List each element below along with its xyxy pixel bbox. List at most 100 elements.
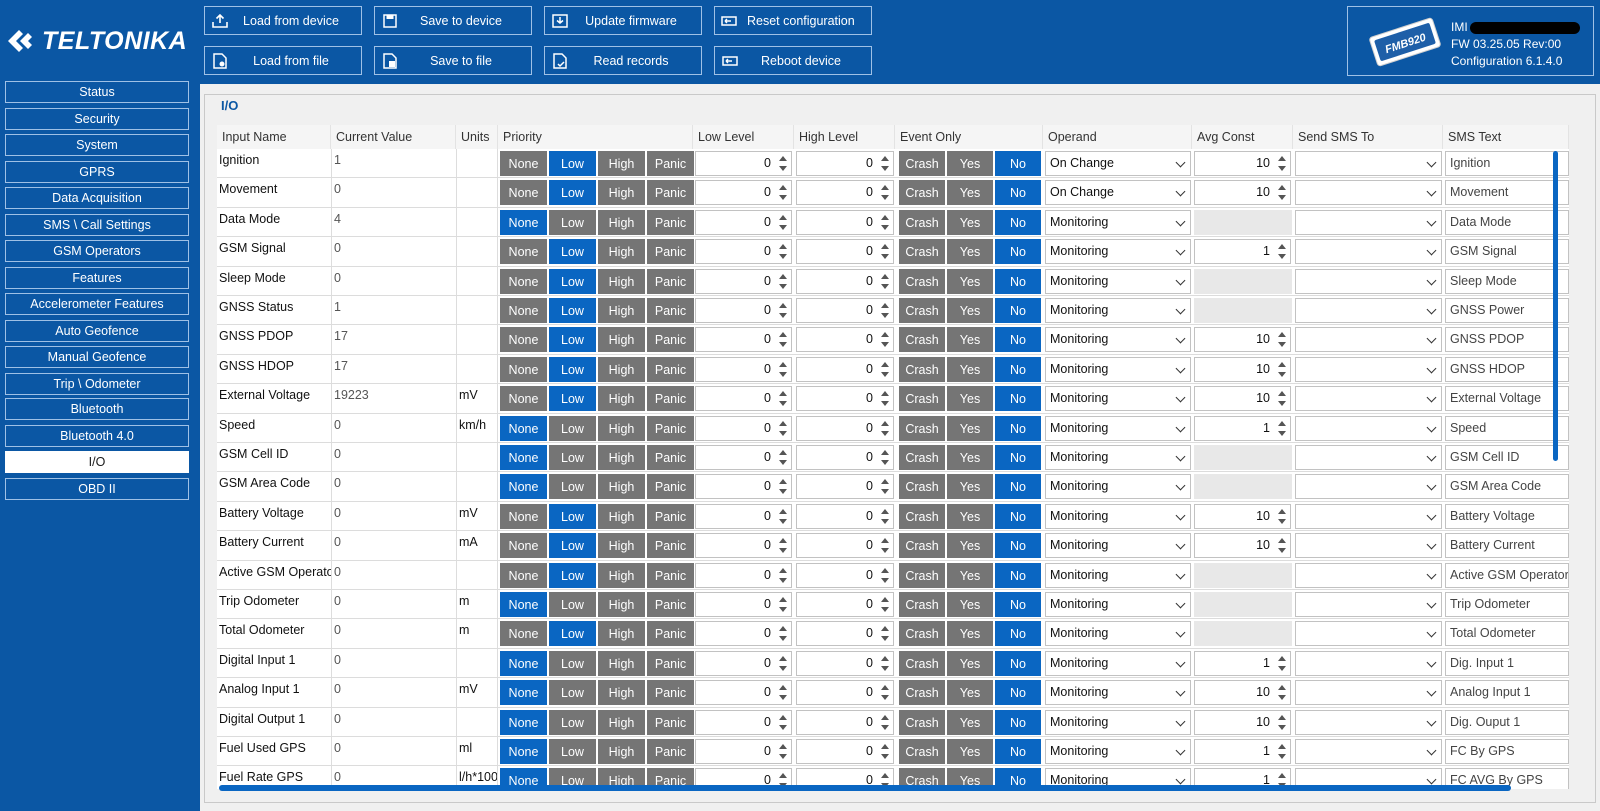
priority-low-button[interactable]: Low xyxy=(549,151,596,176)
sidebar-item-i-o[interactable]: I/O xyxy=(5,451,189,473)
operand-select[interactable]: Monitoring xyxy=(1045,239,1191,265)
sidebar-item-data-acquisition[interactable]: Data Acquisition xyxy=(5,187,189,209)
priority-panic-button[interactable]: Panic xyxy=(647,209,694,235)
operand-select[interactable]: Monitoring xyxy=(1045,592,1191,617)
high-level-input[interactable]: 0 xyxy=(796,503,894,529)
high-level-input[interactable]: 0 xyxy=(796,621,894,647)
event-yes-button[interactable]: Yes xyxy=(947,709,993,735)
event-no-button[interactable]: No xyxy=(995,709,1041,735)
sms-text-input[interactable]: GSM Area Code xyxy=(1445,474,1569,500)
sidebar-item-auto-geofence[interactable]: Auto Geofence xyxy=(5,319,189,342)
sms-text-input[interactable]: GNSS HDOP xyxy=(1445,356,1569,382)
send-sms-to-select[interactable] xyxy=(1295,180,1442,206)
sms-text-input[interactable]: GSM Signal xyxy=(1445,239,1569,265)
vertical-scrollbar[interactable] xyxy=(1553,151,1558,461)
priority-high-button[interactable]: High xyxy=(598,356,645,382)
high-level-input[interactable]: 0 xyxy=(796,709,894,735)
event-no-button[interactable]: No xyxy=(995,503,1041,529)
event-crash-button[interactable]: Crash xyxy=(899,298,945,323)
operand-select[interactable]: Monitoring xyxy=(1045,445,1191,470)
operand-select[interactable]: Monitoring xyxy=(1045,474,1191,500)
high-level-input[interactable]: 0 xyxy=(796,415,894,441)
priority-panic-button[interactable]: Panic xyxy=(647,151,694,176)
sms-text-input[interactable]: External Voltage xyxy=(1445,386,1569,412)
send-sms-to-select[interactable] xyxy=(1295,503,1442,529)
low-level-input[interactable]: 0 xyxy=(695,415,792,441)
priority-none-button[interactable]: None xyxy=(500,621,547,647)
low-level-input[interactable]: 0 xyxy=(695,356,792,382)
high-level-input[interactable]: 0 xyxy=(796,327,894,353)
event-crash-button[interactable]: Crash xyxy=(899,445,945,470)
priority-panic-button[interactable]: Panic xyxy=(647,239,694,265)
high-level-input[interactable]: 0 xyxy=(796,180,894,206)
priority-low-button[interactable]: Low xyxy=(549,592,596,617)
event-yes-button[interactable]: Yes xyxy=(947,239,993,265)
avg-const-input[interactable]: 10 xyxy=(1194,327,1291,353)
send-sms-to-select[interactable] xyxy=(1295,209,1442,235)
event-yes-button[interactable]: Yes xyxy=(947,533,993,559)
low-level-input[interactable]: 0 xyxy=(695,180,792,206)
priority-low-button[interactable]: Low xyxy=(549,533,596,559)
event-no-button[interactable]: No xyxy=(995,739,1041,764)
priority-none-button[interactable]: None xyxy=(500,151,547,176)
priority-none-button[interactable]: None xyxy=(500,415,547,441)
sms-text-input[interactable]: Trip Odometer xyxy=(1445,592,1569,617)
priority-low-button[interactable]: Low xyxy=(549,709,596,735)
sms-text-input[interactable]: Sleep Mode xyxy=(1445,268,1569,294)
event-crash-button[interactable]: Crash xyxy=(899,474,945,500)
event-no-button[interactable]: No xyxy=(995,592,1041,617)
low-level-input[interactable]: 0 xyxy=(695,298,792,323)
col-priority[interactable]: Priority xyxy=(498,125,693,149)
low-level-input[interactable]: 0 xyxy=(695,621,792,647)
priority-high-button[interactable]: High xyxy=(598,268,645,294)
operand-select[interactable]: Monitoring xyxy=(1045,356,1191,382)
sms-text-input[interactable]: Movement xyxy=(1445,180,1569,206)
priority-panic-button[interactable]: Panic xyxy=(647,445,694,470)
read-records-button[interactable]: Read records xyxy=(544,46,702,75)
sms-text-input[interactable]: GNSS PDOP xyxy=(1445,327,1569,353)
high-level-input[interactable]: 0 xyxy=(796,739,894,764)
event-yes-button[interactable]: Yes xyxy=(947,562,993,588)
high-level-input[interactable]: 0 xyxy=(796,209,894,235)
priority-none-button[interactable]: None xyxy=(500,268,547,294)
sidebar-item-system[interactable]: System xyxy=(5,134,189,156)
col-current-value[interactable]: Current Value xyxy=(331,125,456,149)
priority-none-button[interactable]: None xyxy=(500,445,547,470)
priority-high-button[interactable]: High xyxy=(598,327,645,353)
priority-none-button[interactable]: None xyxy=(500,709,547,735)
avg-const-input[interactable]: 1 xyxy=(1194,739,1291,764)
operand-select[interactable]: Monitoring xyxy=(1045,709,1191,735)
sms-text-input[interactable]: Total Odometer xyxy=(1445,621,1569,647)
operand-select[interactable]: Monitoring xyxy=(1045,298,1191,323)
high-level-input[interactable]: 0 xyxy=(796,151,894,176)
operand-select[interactable]: Monitoring xyxy=(1045,533,1191,559)
event-yes-button[interactable]: Yes xyxy=(947,415,993,441)
event-yes-button[interactable]: Yes xyxy=(947,298,993,323)
priority-panic-button[interactable]: Panic xyxy=(647,592,694,617)
event-crash-button[interactable]: Crash xyxy=(899,621,945,647)
send-sms-to-select[interactable] xyxy=(1295,533,1442,559)
send-sms-to-select[interactable] xyxy=(1295,650,1442,676)
priority-panic-button[interactable]: Panic xyxy=(647,739,694,764)
priority-panic-button[interactable]: Panic xyxy=(647,474,694,500)
avg-const-input[interactable]: 1 xyxy=(1194,415,1291,441)
event-no-button[interactable]: No xyxy=(995,474,1041,500)
priority-high-button[interactable]: High xyxy=(598,680,645,706)
col-input-name[interactable]: Input Name xyxy=(217,125,331,149)
priority-none-button[interactable]: None xyxy=(500,239,547,265)
operand-select[interactable]: Monitoring xyxy=(1045,503,1191,529)
event-yes-button[interactable]: Yes xyxy=(947,268,993,294)
priority-high-button[interactable]: High xyxy=(598,298,645,323)
event-crash-button[interactable]: Crash xyxy=(899,503,945,529)
send-sms-to-select[interactable] xyxy=(1295,739,1442,764)
priority-high-button[interactable]: High xyxy=(598,503,645,529)
priority-high-button[interactable]: High xyxy=(598,474,645,500)
col-operand[interactable]: Operand xyxy=(1043,125,1192,149)
save-to-device-button[interactable]: Save to device xyxy=(374,6,532,35)
event-no-button[interactable]: No xyxy=(995,356,1041,382)
operand-select[interactable]: Monitoring xyxy=(1045,415,1191,441)
sms-text-input[interactable]: Dig. Ouput 1 xyxy=(1445,709,1569,735)
event-crash-button[interactable]: Crash xyxy=(899,209,945,235)
sidebar-item-bluetooth-4-0[interactable]: Bluetooth 4.0 xyxy=(5,424,189,447)
priority-low-button[interactable]: Low xyxy=(549,650,596,676)
